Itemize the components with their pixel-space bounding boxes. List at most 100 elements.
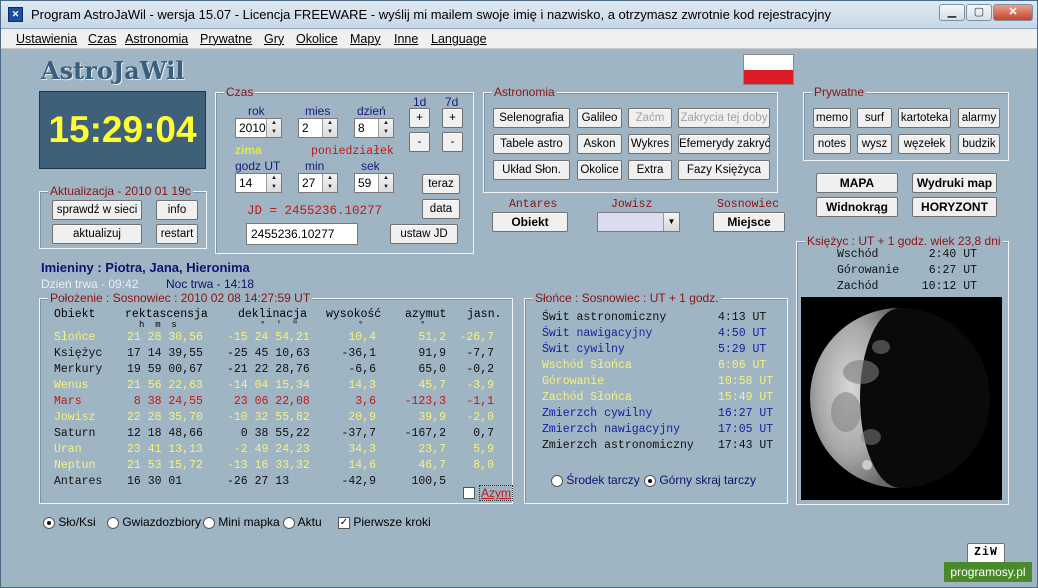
second-spinner[interactable]: 59 ▲ ▼: [354, 173, 394, 193]
clock-panel: 15:29:04: [39, 91, 206, 169]
close-button[interactable]: ✕: [993, 4, 1033, 21]
planet-name-cell: Słońce: [54, 331, 96, 344]
plus-1d-button[interactable]: +: [409, 108, 430, 128]
spinner-arrows-icon[interactable]: ▲ ▼: [266, 174, 281, 192]
memo-button[interactable]: memo: [813, 108, 851, 128]
checkmark-icon[interactable]: ✓: [338, 516, 350, 529]
extra-button[interactable]: Extra: [628, 160, 672, 180]
place-button[interactable]: Miejsce: [713, 212, 785, 232]
occultation-ephemeris-button[interactable]: Efemerydy zakryć: [678, 134, 770, 154]
disc-top-edge-radio[interactable]: Górny skraj tarczy: [644, 473, 756, 487]
galileo-button[interactable]: Galileo: [577, 108, 622, 128]
date-button[interactable]: data: [422, 199, 460, 219]
julian-date-input[interactable]: 2455236.10277: [246, 223, 358, 245]
radio-icon[interactable]: [551, 474, 563, 487]
checkbox-icon[interactable]: [463, 486, 475, 499]
menu-czas[interactable]: Czas: [88, 32, 116, 46]
spinner-arrows-icon[interactable]: ▲ ▼: [266, 119, 281, 137]
azimuth-label[interactable]: Azym: [479, 485, 513, 501]
eclipse-button[interactable]: Zaćm: [628, 108, 672, 128]
spinner-arrows-icon[interactable]: ▲ ▼: [322, 119, 337, 137]
planet-select[interactable]: ▼: [597, 212, 680, 232]
constellations-radio[interactable]: Gwiazdozbiory: [107, 515, 201, 529]
menu-inne[interactable]: Inne: [394, 32, 418, 46]
app-icon[interactable]: ✕: [8, 7, 23, 22]
map-button[interactable]: MAPA: [816, 173, 898, 193]
solar-system-button[interactable]: Układ Słon.: [493, 160, 570, 180]
askon-button[interactable]: Askon: [577, 134, 622, 154]
radio-icon[interactable]: [283, 516, 295, 529]
occultations-today-button[interactable]: Zakrycia tej doby: [678, 108, 770, 128]
surroundings-button[interactable]: Okolice: [577, 160, 622, 180]
spinner-arrows-icon[interactable]: ▲ ▼: [378, 174, 393, 192]
alarms-button[interactable]: alarmy: [958, 108, 1000, 128]
title-bar: ✕ Program AstroJaWil - wersja 15.07 - Li…: [1, 1, 1037, 29]
info-button[interactable]: info: [156, 200, 198, 220]
set-jd-button[interactable]: ustaw JD: [390, 224, 458, 244]
sun-moon-radio[interactable]: Sło/Ksi: [43, 515, 96, 529]
month-spinner[interactable]: 2 ▲ ▼: [298, 118, 338, 138]
menu-ustawienia[interactable]: Ustawienia: [16, 32, 77, 46]
surf-button[interactable]: surf: [857, 108, 892, 128]
name-day-text: Imieniny : Piotra, Jana, Hieronima: [41, 260, 250, 275]
menu-gry[interactable]: Gry: [264, 32, 284, 46]
disc-center-radio[interactable]: Środek tarczy: [551, 473, 640, 487]
planet-mag-cell: -3,9: [466, 379, 494, 392]
minus-1d-button[interactable]: -: [409, 132, 430, 152]
selenography-button[interactable]: Selenografia: [493, 108, 570, 128]
sosnowiec-label: Sosnowiec: [717, 198, 780, 211]
maximize-button[interactable]: ▢: [966, 4, 992, 21]
chevron-down-icon[interactable]: ▼: [663, 213, 679, 231]
menu-okolice[interactable]: Okolice: [296, 32, 338, 46]
moon-group-label: Księżyc : UT + 1 godz. wiek 23,8 dni: [805, 234, 1003, 248]
sun-event-time: 10:58 UT: [718, 375, 774, 388]
radio-icon[interactable]: [107, 516, 119, 529]
radio-icon[interactable]: [43, 516, 55, 529]
planet-az-cell: 91,9: [418, 347, 446, 360]
hour-spinner[interactable]: 14 ▲ ▼: [235, 173, 282, 193]
menu-mapy[interactable]: Mapy: [350, 32, 381, 46]
menu-prywatne[interactable]: Prywatne: [200, 32, 252, 46]
alarm-clock-button[interactable]: budzik: [958, 134, 1000, 154]
minute-spinner[interactable]: 27 ▲ ▼: [298, 173, 338, 193]
mini-map-radio[interactable]: Mini mapka: [203, 515, 280, 529]
radio-icon[interactable]: [203, 516, 215, 529]
planet-az-cell: 65,0: [418, 363, 446, 376]
horizon-view-button[interactable]: Widnokrąg: [816, 197, 898, 217]
now-button[interactable]: teraz: [422, 174, 460, 194]
sun-event-time: 4:13 UT: [718, 311, 767, 324]
update-button[interactable]: aktualizuj: [52, 224, 142, 244]
astro-tables-button[interactable]: Tabele astro: [493, 134, 570, 154]
azimuth-checkbox[interactable]: [463, 485, 475, 499]
disc-top-edge-label: Górny skraj tarczy: [659, 473, 757, 487]
spinner-arrows-icon[interactable]: ▲ ▼: [378, 119, 393, 137]
day-spinner[interactable]: 8 ▲ ▼: [354, 118, 394, 138]
restart-button[interactable]: restart: [156, 224, 198, 244]
season-label: zima: [235, 143, 262, 157]
menu-language[interactable]: Language: [431, 32, 487, 46]
hour-label: godz UT: [235, 159, 281, 173]
update-radio[interactable]: Aktu: [283, 515, 322, 529]
print-maps-button[interactable]: Wydruki map: [912, 173, 997, 193]
minus-7d-button[interactable]: -: [442, 132, 463, 152]
object-button[interactable]: Obiekt: [492, 212, 568, 232]
year-spinner[interactable]: 2010 ▲ ▼: [235, 118, 282, 138]
horizon-button[interactable]: HORYZONT: [912, 197, 997, 217]
check-online-button[interactable]: sprawdź w sieci: [52, 200, 142, 220]
menu-astronomia[interactable]: Astronomia: [125, 32, 188, 46]
moon-event-time: 2:40 UT: [928, 248, 977, 261]
moon-phases-button[interactable]: Fazy Księżyca: [678, 160, 770, 180]
spinner-arrows-icon[interactable]: ▲ ▼: [322, 174, 337, 192]
knot-button[interactable]: węzełek: [898, 134, 951, 154]
month-value: 2: [302, 121, 309, 135]
minimize-button[interactable]: ▁: [939, 4, 965, 21]
chart-button[interactable]: Wykres: [628, 134, 672, 154]
search-button[interactable]: wysz: [857, 134, 892, 154]
plus-7d-button[interactable]: +: [442, 108, 463, 128]
first-steps-checkbox[interactable]: ✓ Pierwsze kroki: [338, 515, 431, 529]
notes-button[interactable]: notes: [813, 134, 851, 154]
language-flag-icon[interactable]: [743, 54, 794, 85]
radio-icon[interactable]: [644, 474, 656, 487]
records-button[interactable]: kartoteka: [898, 108, 951, 128]
weekday-label: poniedziałek: [311, 145, 394, 158]
